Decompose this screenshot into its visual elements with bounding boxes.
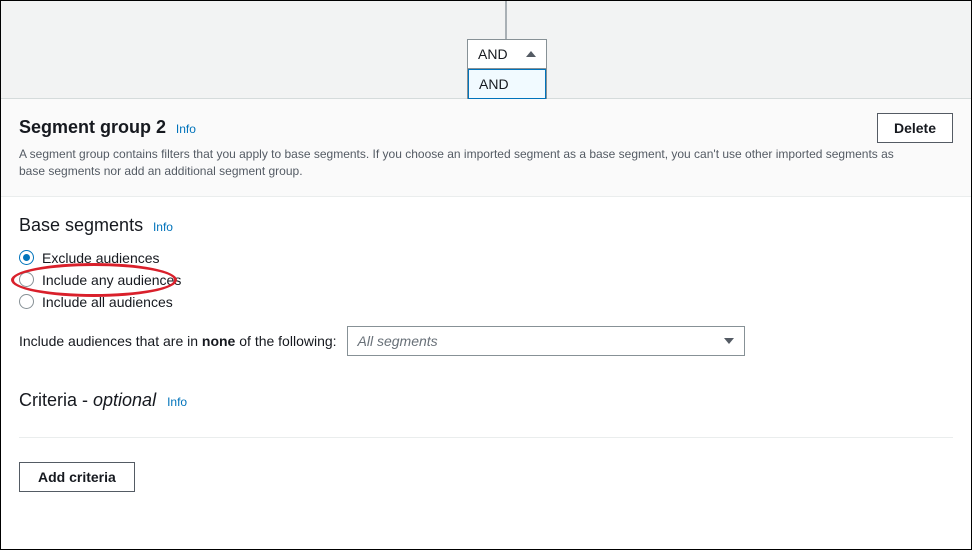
criteria-title: Criteria - optional [19,390,161,410]
radio-exclude-audiences[interactable]: Exclude audiences [19,250,953,266]
base-segments-title: Base segments [19,215,143,235]
segments-select[interactable]: All segments [347,326,745,356]
caret-up-icon [526,51,536,57]
criteria-title-text: Criteria - [19,390,93,410]
connector-line [505,1,507,39]
radio-icon [19,294,34,309]
logic-selected-value: AND [478,46,508,62]
segment-group-title: Segment group 2 [19,117,166,137]
include-instruction-text: Include audiences that are in none of th… [19,333,337,349]
include-suffix: of the following: [235,333,336,349]
radio-icon [19,272,34,287]
content-area: Base segments Info Exclude audiences Inc… [1,197,971,492]
radio-label: Exclude audiences [42,250,160,266]
base-segments-radio-group: Exclude audiences Include any audiences … [19,250,953,310]
add-criteria-button[interactable]: Add criteria [19,462,135,492]
criteria-info-link[interactable]: Info [167,395,187,409]
radio-icon [19,250,34,265]
include-bold: none [202,333,235,349]
criteria-header: Criteria - optional Info [19,390,953,411]
include-instruction-row: Include audiences that are in none of th… [19,326,953,356]
caret-down-icon [724,338,734,344]
criteria-optional-text: optional [93,390,156,410]
include-prefix: Include audiences that are in [19,333,202,349]
segment-group-header: Segment group 2 Info Delete A segment gr… [1,99,971,197]
segment-group-description: A segment group contains filters that yo… [19,146,899,196]
base-segments-header: Base segments Info [19,215,953,236]
delete-button[interactable]: Delete [877,113,953,143]
radio-label: Include any audiences [42,272,181,288]
radio-include-any-audiences[interactable]: Include any audiences [19,272,953,288]
radio-include-all-audiences[interactable]: Include all audiences [19,294,953,310]
logic-dropdown-trigger[interactable]: AND [467,39,547,69]
segment-group-info-link[interactable]: Info [176,122,196,136]
divider [19,437,953,438]
base-segments-info-link[interactable]: Info [153,220,173,234]
logic-option-and[interactable]: AND [468,69,546,99]
top-band: AND AND OR [1,1,971,99]
segments-select-placeholder: All segments [358,333,438,349]
radio-label: Include all audiences [42,294,173,310]
